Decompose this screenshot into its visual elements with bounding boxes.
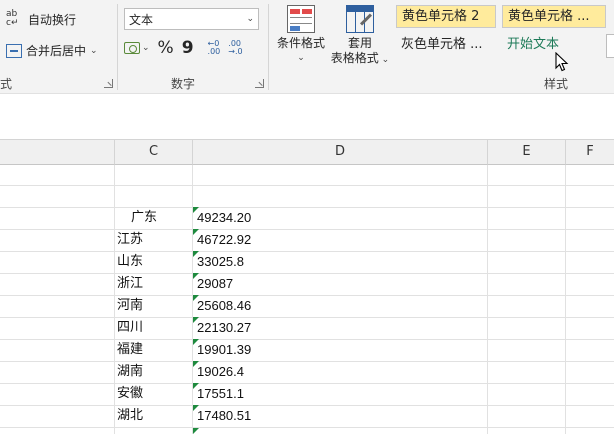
cell-province[interactable]: 广东 (115, 207, 192, 229)
merge-center-icon (6, 43, 22, 58)
column-header-b[interactable] (0, 140, 115, 165)
comma-style-button[interactable]: 9 (182, 38, 194, 58)
cell-province[interactable]: 湖北 (115, 405, 192, 427)
cell-styles-gallery: 黄色单元格 2 黄色单元格 ... 灰色单元格 ... 开始文本 (394, 4, 614, 64)
conditional-format-label: 条件格式 (276, 36, 325, 50)
column-header-c[interactable]: C (115, 140, 193, 165)
increase-decimal-bottom: .00 (207, 47, 221, 56)
increase-decimal-button[interactable]: ←0 .00 (208, 40, 221, 56)
format-as-table-icon (346, 5, 374, 33)
grid-line (565, 165, 566, 434)
cell-style-yellow-2[interactable]: 黄色单元格 2 (396, 5, 496, 28)
cell-style-start-text[interactable]: 开始文本 (502, 34, 602, 57)
cell-style-gray[interactable]: 灰色单元格 ... (396, 34, 496, 57)
formula-bar-area (0, 95, 614, 140)
cell-province[interactable]: 江苏 (115, 229, 192, 251)
percent-style-button[interactable]: % (158, 38, 174, 58)
number-format-select[interactable]: 文本 ⌄ (124, 8, 259, 30)
chevron-down-icon: ⌄ (142, 43, 150, 53)
column-header-f[interactable]: F (566, 140, 614, 165)
accounting-format-button[interactable]: ⌄ (124, 42, 150, 54)
wrap-text-button[interactable]: ab c↵ 自动换行 (6, 10, 76, 28)
alignment-launcher-icon[interactable] (104, 79, 113, 88)
number-group-label: 数字 (171, 77, 196, 91)
wrap-text-icon: ab c↵ (6, 9, 19, 28)
number-format-buttons: ⌄ % 9 ←0 .00 .00 →.0 (124, 38, 243, 58)
format-as-table-label-1: 套用 (347, 36, 372, 50)
styles-group-label: 样式 (544, 77, 569, 91)
cell-style-yellow[interactable]: 黄色单元格 ... (502, 5, 606, 28)
cell-province[interactable]: 河南 (115, 295, 192, 317)
grid-line (0, 185, 614, 186)
cell-province[interactable]: 四川 (115, 317, 192, 339)
chevron-down-icon: ⌄ (297, 53, 305, 63)
error-indicator-icon (193, 428, 199, 434)
column-header-e[interactable]: E (488, 140, 566, 165)
merge-center-label: 合并后居中 (26, 44, 87, 58)
cell-province[interactable]: 安徽 (115, 383, 192, 405)
chevron-down-icon[interactable]: ⌄ (90, 46, 98, 56)
conditional-format-icon (287, 5, 315, 33)
cell-province[interactable]: 浙江 (115, 273, 192, 295)
number-format-value: 文本 (129, 12, 154, 27)
cell-value[interactable]: 17480.51 (193, 405, 487, 427)
grid-line (487, 165, 488, 434)
grid-line (0, 427, 614, 428)
cell-value[interactable]: 25608.46 (193, 295, 487, 317)
cell-value[interactable]: 46722.92 (193, 229, 487, 251)
format-as-table-label-2: 表格格式 (330, 51, 379, 65)
conditional-format-button[interactable]: 条件格式 ⌄ (274, 5, 328, 66)
cell-value[interactable]: 29087 (193, 273, 487, 295)
cell-province[interactable]: 山东 (115, 251, 192, 273)
decrease-decimal-button[interactable]: .00 →.0 (228, 40, 242, 56)
mouse-pointer-icon (555, 52, 569, 72)
gallery-scroll-button[interactable] (606, 34, 614, 58)
cell-province[interactable]: 福建 (115, 339, 192, 361)
format-as-table-button[interactable]: 套用 表格格式 ⌄ (328, 5, 392, 68)
chevron-down-icon: ⌄ (246, 14, 254, 24)
cell-value[interactable]: 19901.39 (193, 339, 487, 361)
group-divider (268, 4, 269, 90)
cell-province[interactable]: 湖南 (115, 361, 192, 383)
merge-center-button[interactable]: 合并后居中 ⌄ (6, 42, 98, 59)
ribbon: ab c↵ 自动换行 合并后居中 ⌄ 式 文本 ⌄ ⌄ % 9 ←0 .00 .0… (0, 0, 614, 94)
cell-value[interactable]: 19026.4 (193, 361, 487, 383)
cell-value[interactable]: 17551.1 (193, 383, 487, 405)
group-divider (117, 4, 118, 90)
wrap-text-label: 自动换行 (28, 12, 77, 27)
cell-value[interactable]: 49234.20 (193, 207, 487, 229)
alignment-group-label: 式 (0, 77, 13, 91)
column-header-d[interactable]: D (193, 140, 488, 165)
money-icon (124, 42, 140, 54)
number-launcher-icon[interactable] (255, 79, 264, 88)
chevron-down-icon: ⌄ (378, 55, 390, 65)
cell-value[interactable]: 22130.27 (193, 317, 487, 339)
cell-value[interactable]: 33025.8 (193, 251, 487, 273)
decrease-decimal-bottom: →.0 (228, 47, 243, 56)
